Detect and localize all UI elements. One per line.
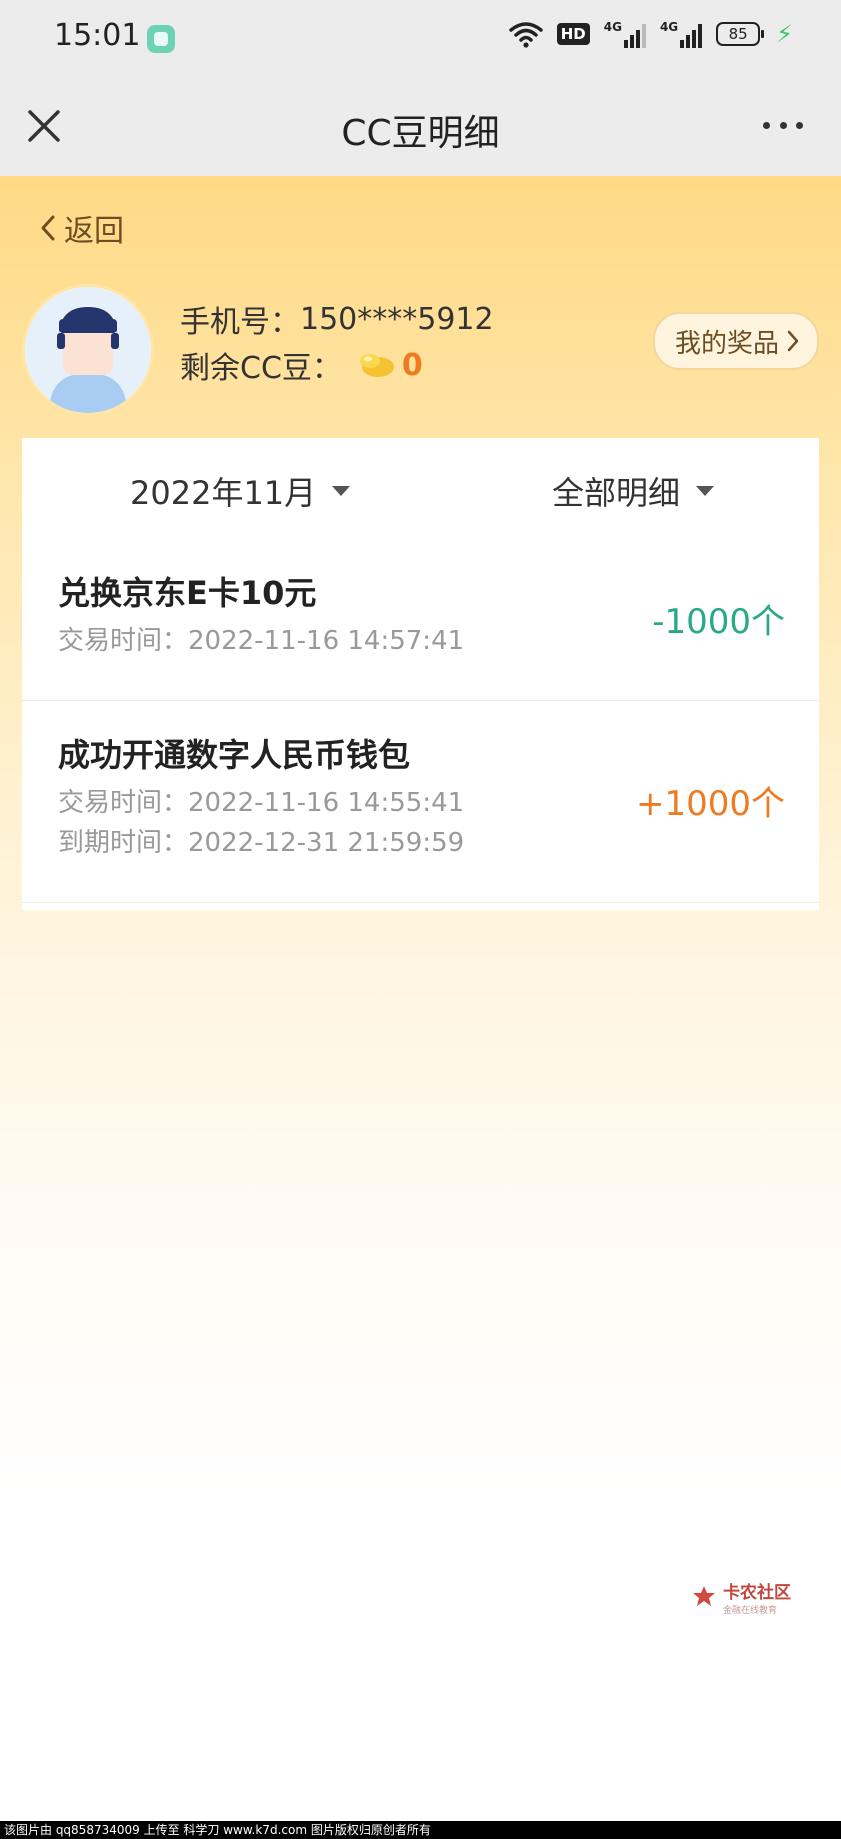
transaction-expire-time: 到期时间：2022-12-31 21:59:59 [58, 828, 465, 858]
charging-icon: ⚡ [776, 20, 793, 48]
network-type-label-2: 4G [659, 20, 679, 34]
phone-value: 150****5912 [300, 301, 494, 337]
transaction-time: 交易时间：2022-11-16 14:55:41 [58, 788, 465, 818]
filter-bar: 2022年11月 全部明细 [22, 438, 819, 538]
back-label: 返回 [64, 214, 124, 249]
phone-label: 手机号： [180, 305, 300, 340]
chevron-right-icon [787, 330, 799, 352]
transaction-title: 成功开通数字人民币钱包 [58, 736, 411, 774]
status-bar: 15:01 HD 4G 4G 85 ⚡ [0, 0, 841, 76]
bean-icon [359, 354, 394, 377]
user-avatar-icon [25, 287, 151, 413]
community-watermark: 卡农社区 金融在线教育 [691, 1578, 791, 1616]
nav-bar: CC豆明细 [0, 76, 841, 176]
watermark-name: 卡农社区 [723, 1583, 791, 1603]
community-logo-icon [693, 1586, 715, 1606]
type-filter[interactable]: 全部明细 [552, 468, 715, 514]
my-prizes-button[interactable]: 我的奖品 [652, 312, 819, 370]
type-filter-label: 全部明细 [552, 474, 681, 512]
back-button[interactable]: 返回 [38, 206, 124, 250]
beans-label: 剩余CC豆： [180, 351, 342, 386]
beans-row: 剩余CC豆： 0 [180, 342, 494, 388]
caret-down-icon [696, 486, 715, 496]
page-title: CC豆明细 [341, 113, 500, 154]
transactions-card: 2022年11月 全部明细 兑换京东E卡10元 交易时间：2022-11-16 … [22, 438, 819, 910]
chevron-left-icon [41, 215, 55, 241]
signal-icon: 4G [604, 20, 646, 48]
my-prizes-label: 我的奖品 [674, 328, 779, 359]
month-filter-label: 2022年11月 [130, 474, 317, 512]
footer-credit: 该图片由 qq858734009 上传至 科学刀 www.k7d.com 图片版… [0, 1821, 841, 1839]
more-icon[interactable] [763, 110, 803, 140]
wifi-icon [508, 22, 543, 48]
transaction-title: 兑换京东E卡10元 [58, 574, 317, 612]
month-filter[interactable]: 2022年11月 [130, 468, 351, 514]
hd-voice-icon: HD [556, 23, 590, 45]
transaction-time: 交易时间：2022-11-16 14:57:41 [58, 626, 465, 656]
status-indicators: HD 4G 4G 85 ⚡ [508, 20, 793, 48]
battery-icon: 85 [716, 22, 765, 46]
caret-down-icon [332, 486, 351, 496]
beans-count: 0 [401, 347, 423, 383]
transaction-amount: +1000个 [635, 784, 785, 824]
watermark-sub: 金融在线教育 [723, 1606, 778, 1616]
main-content: 返回 手机号： 150****5912 剩余CC豆： 0 我的奖品 2022年1… [0, 176, 841, 1821]
network-type-label: 4G [603, 20, 622, 34]
user-info: 手机号： 150****5912 剩余CC豆： 0 [180, 296, 494, 388]
app-notification-icon [147, 25, 175, 53]
phone-row: 手机号： 150****5912 [180, 296, 494, 342]
signal-icon-2: 4G [659, 20, 703, 48]
transaction-row[interactable]: 兑换京东E卡10元 交易时间：2022-11-16 14:57:41 -1000… [22, 538, 819, 701]
status-time: 15:01 [54, 18, 141, 53]
avatar [22, 284, 154, 416]
transaction-amount: -1000个 [652, 602, 785, 642]
transaction-row[interactable]: 成功开通数字人民币钱包 交易时间：2022-11-16 14:55:41 到期时… [22, 700, 819, 903]
